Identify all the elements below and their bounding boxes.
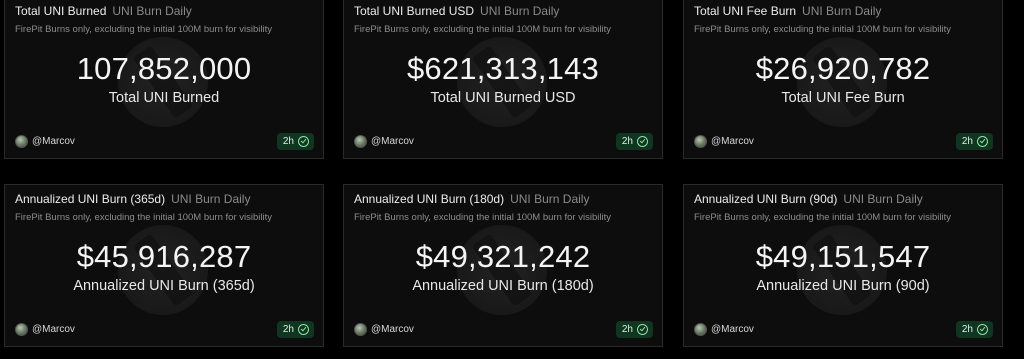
dashboard-canvas: Total UNI Burned UNI Burn Daily FirePit B…: [0, 0, 1024, 359]
author-link[interactable]: @Marcov: [354, 323, 414, 336]
card-title-row: Total UNI Burned UNI Burn Daily: [15, 4, 192, 18]
user-avatar: [354, 323, 367, 336]
author-link[interactable]: @Marcov: [15, 323, 75, 336]
user-avatar: [354, 135, 367, 148]
card-source[interactable]: UNI Burn Daily: [112, 4, 191, 18]
card-title-row: Annualized UNI Burn (90d) UNI Burn Daily: [694, 192, 923, 206]
card-description: FirePit Burns only, excluding the initia…: [354, 212, 611, 223]
refresh-age-badge[interactable]: 2h: [615, 133, 653, 150]
check-circle-icon: [637, 324, 648, 335]
card-source[interactable]: UNI Burn Daily: [843, 192, 922, 206]
check-circle-icon: [298, 136, 309, 147]
counter-label: Annualized UNI Burn (365d): [73, 278, 255, 294]
counter-card-annualized-90d[interactable]: Annualized UNI Burn (90d) UNI Burn Daily …: [683, 184, 1003, 347]
counter-value: 107,852,000: [76, 51, 252, 86]
age-text: 2h: [282, 324, 294, 335]
author-link[interactable]: @Marcov: [694, 135, 754, 148]
counter-card-annualized-180d[interactable]: Annualized UNI Burn (180d) UNI Burn Daily…: [343, 184, 663, 347]
counter-label: Total UNI Burned: [108, 90, 220, 106]
author-link[interactable]: @Marcov: [694, 323, 754, 336]
counter-card-total-uni-burned[interactable]: Total UNI Burned UNI Burn Daily FirePit B…: [4, 0, 324, 159]
card-title[interactable]: Total UNI Burned: [15, 4, 106, 18]
counter-value: $49,151,547: [755, 239, 931, 274]
user-avatar: [694, 323, 707, 336]
card-source[interactable]: UNI Burn Daily: [171, 192, 250, 206]
check-circle-icon: [977, 324, 988, 335]
age-text: 2h: [961, 324, 973, 335]
card-title-row: Total UNI Fee Burn UNI Burn Daily: [694, 4, 881, 18]
card-description: FirePit Burns only, excluding the initia…: [15, 24, 272, 35]
card-title-row: Annualized UNI Burn (180d) UNI Burn Daily: [354, 192, 589, 206]
author-name: @Marcov: [32, 324, 75, 335]
counter-label: Total UNI Burned USD: [430, 90, 576, 106]
card-title[interactable]: Annualized UNI Burn (365d): [15, 192, 165, 206]
refresh-age-badge[interactable]: 2h: [276, 133, 314, 150]
age-text: 2h: [621, 324, 633, 335]
counter-label: Annualized UNI Burn (180d): [412, 278, 594, 294]
author-name: @Marcov: [32, 136, 75, 147]
age-text: 2h: [282, 136, 294, 147]
age-text: 2h: [961, 136, 973, 147]
counter-value: $49,321,242: [415, 239, 591, 274]
card-title[interactable]: Annualized UNI Burn (180d): [354, 192, 504, 206]
refresh-age-badge[interactable]: 2h: [955, 321, 993, 338]
card-title-row: Annualized UNI Burn (365d) UNI Burn Daily: [15, 192, 250, 206]
card-description: FirePit Burns only, excluding the initia…: [694, 212, 951, 223]
card-description: FirePit Burns only, excluding the initia…: [15, 212, 272, 223]
counter-label: Total UNI Fee Burn: [781, 90, 905, 106]
age-text: 2h: [621, 136, 633, 147]
user-avatar: [694, 135, 707, 148]
author-name: @Marcov: [711, 324, 754, 335]
counter-label: Annualized UNI Burn (90d): [756, 278, 930, 294]
user-avatar: [15, 135, 28, 148]
check-circle-icon: [977, 136, 988, 147]
refresh-age-badge[interactable]: 2h: [276, 321, 314, 338]
check-circle-icon: [298, 324, 309, 335]
card-description: FirePit Burns only, excluding the initia…: [354, 24, 611, 35]
card-title[interactable]: Total UNI Fee Burn: [694, 4, 796, 18]
counter-value: $45,916,287: [76, 239, 252, 274]
card-title[interactable]: Annualized UNI Burn (90d): [694, 192, 837, 206]
refresh-age-badge[interactable]: 2h: [955, 133, 993, 150]
author-name: @Marcov: [711, 136, 754, 147]
user-avatar: [15, 323, 28, 336]
card-source[interactable]: UNI Burn Daily: [802, 4, 881, 18]
refresh-age-badge[interactable]: 2h: [615, 321, 653, 338]
counter-card-total-uni-fee-burn[interactable]: Total UNI Fee Burn UNI Burn Daily FirePit…: [683, 0, 1003, 159]
card-title-row: Total UNI Burned USD UNI Burn Daily: [354, 4, 559, 18]
card-source[interactable]: UNI Burn Daily: [480, 4, 559, 18]
card-source[interactable]: UNI Burn Daily: [510, 192, 589, 206]
author-link[interactable]: @Marcov: [15, 135, 75, 148]
counter-card-annualized-365d[interactable]: Annualized UNI Burn (365d) UNI Burn Daily…: [4, 184, 324, 347]
author-name: @Marcov: [371, 136, 414, 147]
counter-card-total-uni-burned-usd[interactable]: Total UNI Burned USD UNI Burn Daily FireP…: [343, 0, 663, 159]
check-circle-icon: [637, 136, 648, 147]
author-link[interactable]: @Marcov: [354, 135, 414, 148]
card-title[interactable]: Total UNI Burned USD: [354, 4, 474, 18]
author-name: @Marcov: [371, 324, 414, 335]
counter-value: $621,313,143: [406, 51, 600, 86]
counter-value: $26,920,782: [755, 51, 931, 86]
card-description: FirePit Burns only, excluding the initia…: [694, 24, 951, 35]
